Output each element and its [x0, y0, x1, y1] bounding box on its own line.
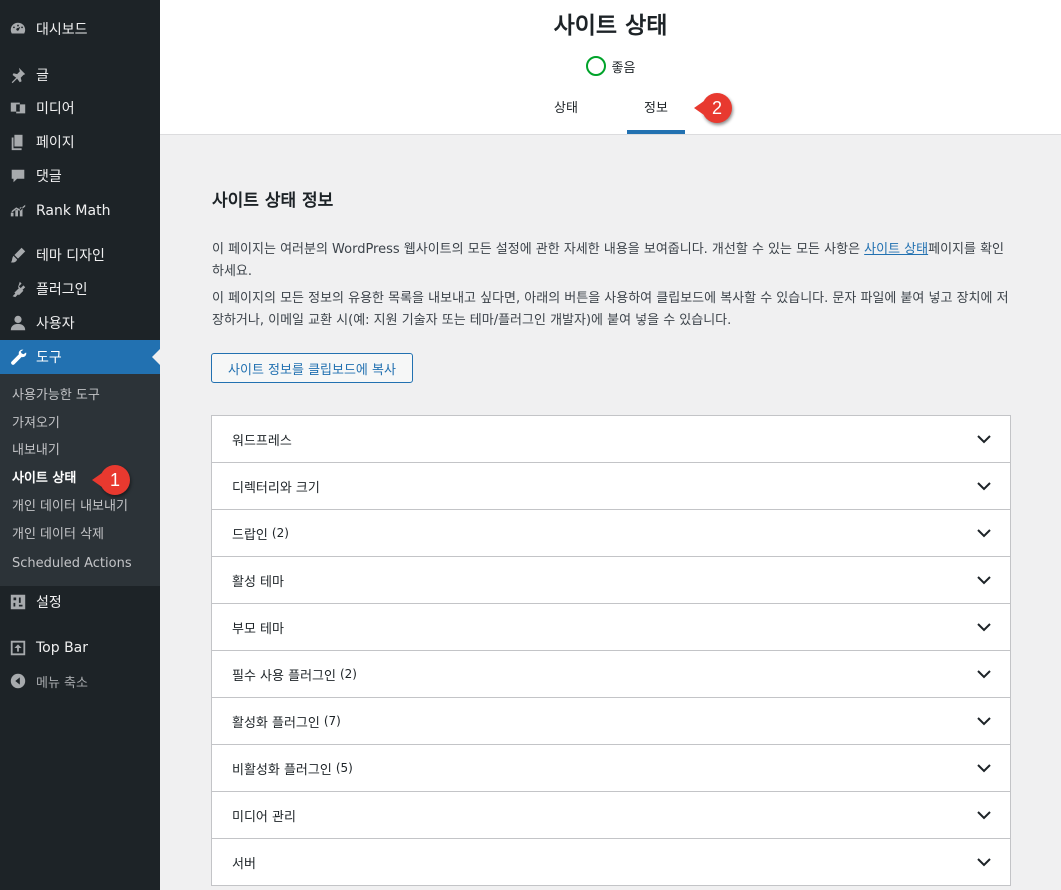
menu-settings[interactable]: 설정 [0, 585, 160, 619]
menu-comments[interactable]: 댓글 [0, 159, 160, 193]
accordion-title: 서버 [232, 856, 256, 872]
accordion-title: 활성화 플러그인 [232, 715, 320, 731]
submenu-erase-personal-data[interactable]: 개인 데이터 삭제 [12, 521, 104, 549]
submenu-import[interactable]: 가져오기 [12, 410, 60, 438]
menu-rank-math[interactable]: Rank Math [0, 194, 160, 228]
menu-posts-label: 글 [36, 68, 49, 84]
wrench-icon [8, 347, 28, 367]
submenu-available-tools[interactable]: 사용가능한 도구 [12, 382, 100, 410]
site-health-link[interactable]: 사이트 상태 [864, 242, 928, 257]
menu-users-label: 사용자 [36, 316, 75, 332]
accordion-row[interactable]: 활성화 플러그인 (7) [212, 698, 1010, 745]
rank-math-icon [8, 201, 28, 221]
status-circle-icon [585, 56, 606, 76]
main-content: 사이트 상태 정보 이 페이지는 여러분의 WordPress 웹사이트의 모든… [160, 136, 1061, 890]
user-icon [8, 313, 28, 333]
collapse-icon [8, 671, 28, 691]
menu-tools-label: 도구 [36, 350, 62, 366]
submenu-scheduled-actions[interactable]: Scheduled Actions [12, 550, 132, 578]
accordion-count: (5) [335, 761, 353, 775]
menu-appearance-label: 테마 디자인 [36, 248, 105, 264]
menu-rank-math-label: Rank Math [36, 203, 111, 219]
chevron-down-icon[interactable] [976, 854, 992, 870]
tools-submenu: 사용가능한 도구 가져오기 내보내기 사이트 상태 개인 데이터 내보내기 개인… [0, 374, 160, 586]
intro-text-start: 이 페이지는 여러분의 WordPress 웹사이트의 모든 설정에 관한 자세… [212, 242, 865, 257]
intro-paragraph: 이 페이지는 여러분의 WordPress 웹사이트의 모든 설정에 관한 자세… [212, 239, 1012, 283]
menu-top-bar[interactable]: Top Bar [0, 631, 160, 665]
comment-icon [8, 166, 28, 186]
export-paragraph: 이 페이지의 모든 정보의 유용한 목록을 내보내고 싶다면, 아래의 버튼을 … [212, 291, 1009, 328]
brush-icon [8, 245, 28, 265]
copy-to-clipboard-button[interactable]: 사이트 정보를 클립보드에 복사 [211, 353, 413, 383]
menu-users[interactable]: 사용자 [0, 306, 160, 340]
annotation-badge-1: 1 [92, 465, 130, 495]
plugin-icon [8, 279, 28, 299]
settings-icon [8, 592, 28, 612]
topbar-icon [8, 638, 28, 658]
accordion-title: 미디어 관리 [232, 809, 296, 825]
admin-sidebar: 대시보드 글 미디어 페이지 댓글 Rank Math 테마 디자인 플러그인 … [0, 0, 160, 890]
menu-collapse-label: 메뉴 축소 [36, 675, 88, 691]
info-accordion: 워드프레스 디렉터리와 크기 드랍인 (2) 활성 테마 부모 테마 필수 사용 플러그인(… [211, 415, 1011, 886]
menu-dashboard[interactable]: 대시보드 [0, 12, 160, 46]
accordion-title: 비활성화 플러그인 [232, 762, 332, 778]
menu-posts[interactable]: 글 [0, 58, 160, 92]
menu-tools[interactable]: 도구 [0, 340, 160, 374]
chevron-down-icon[interactable] [976, 666, 992, 682]
menu-top-bar-label: Top Bar [36, 640, 89, 656]
pin-icon [8, 65, 28, 85]
menu-dashboard-label: 대시보드 [36, 22, 88, 38]
dashboard-icon [8, 19, 28, 39]
accordion-row[interactable]: 비활성화 플러그인 (5) [212, 745, 1010, 792]
menu-plugins[interactable]: 플러그인 [0, 272, 160, 306]
accordion-title: 드랍인 [232, 527, 268, 543]
tab-status[interactable]: 상태 [538, 92, 594, 134]
accordion-row[interactable]: 드랍인 (2) [212, 510, 1010, 557]
menu-pages-label: 페이지 [36, 135, 75, 151]
accordion-title: 디렉터리와 크기 [232, 480, 320, 496]
chevron-down-icon[interactable] [976, 760, 992, 776]
menu-settings-label: 설정 [36, 595, 62, 611]
accordion-title: 필수 사용 플러그인 [232, 668, 336, 684]
submenu-export-personal-data[interactable]: 개인 데이터 내보내기 [12, 493, 128, 521]
chevron-down-icon[interactable] [976, 431, 992, 447]
tab-info[interactable]: 정보 [627, 92, 685, 134]
submenu-export[interactable]: 내보내기 [12, 437, 60, 465]
menu-media-label: 미디어 [36, 101, 75, 117]
menu-comments-label: 댓글 [36, 169, 62, 185]
menu-pages[interactable]: 페이지 [0, 125, 160, 159]
accordion-title: 워드프레스 [232, 433, 292, 449]
accordion-row[interactable]: 서버 [212, 839, 1010, 886]
submenu-site-health[interactable]: 사이트 상태 [12, 465, 76, 493]
media-icon [8, 98, 28, 118]
annotation-badge-2: 2 [694, 93, 732, 123]
accordion-row[interactable]: 디렉터리와 크기 [212, 463, 1010, 510]
chevron-down-icon[interactable] [976, 619, 992, 635]
page-icon [8, 132, 28, 152]
accordion-count: (7) [323, 714, 341, 728]
accordion-count: (2) [271, 526, 289, 540]
menu-collapse[interactable]: 메뉴 축소 [0, 664, 160, 698]
chevron-down-icon[interactable] [976, 713, 992, 729]
accordion-count: (2) [339, 667, 357, 681]
page-title: 사이트 상태 [553, 13, 668, 39]
menu-appearance[interactable]: 테마 디자인 [0, 238, 160, 272]
section-title: 사이트 상태 정보 [212, 191, 334, 211]
chevron-down-icon[interactable] [976, 572, 992, 588]
status-text: 좋음 [611, 60, 636, 76]
accordion-row[interactable]: 부모 테마 [212, 604, 1010, 651]
accordion-title: 부모 테마 [232, 621, 284, 637]
accordion-row[interactable]: 필수 사용 플러그인 (2) [212, 651, 1010, 698]
menu-plugins-label: 플러그인 [36, 282, 88, 298]
chevron-down-icon[interactable] [976, 807, 992, 823]
accordion-title: 활성 테마 [232, 574, 284, 590]
accordion-row[interactable]: 워드프레스 [212, 416, 1010, 463]
chevron-down-icon[interactable] [976, 525, 992, 541]
accordion-row[interactable]: 활성 테마 [212, 557, 1010, 604]
health-status: 좋음 [160, 56, 1061, 76]
accordion-row[interactable]: 미디어 관리 [212, 792, 1010, 839]
menu-media[interactable]: 미디어 [0, 91, 160, 125]
chevron-down-icon[interactable] [976, 478, 992, 494]
site-health-header: 사이트 상태 좋음 상태 정보 [160, 0, 1061, 135]
